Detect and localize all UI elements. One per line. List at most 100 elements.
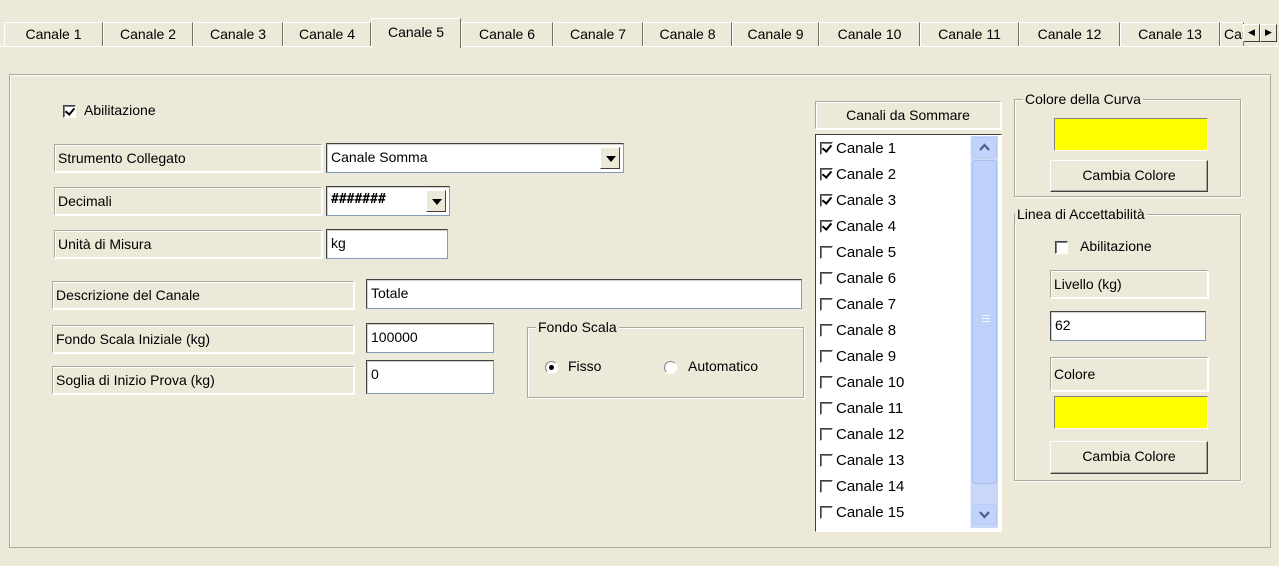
- tab-scroll-left-icon[interactable]: ◀: [1243, 24, 1260, 42]
- tab-canale-6[interactable]: Canale 6: [461, 22, 553, 46]
- linea-accettabilita-title: Linea di Accettabilità: [1015, 205, 1147, 223]
- tab-scroll-right-icon[interactable]: ▶: [1260, 24, 1277, 42]
- list-item-label: Canale 9: [836, 348, 897, 365]
- canale-13-checkbox[interactable]: [820, 454, 833, 467]
- list-item-label: Canale 12: [836, 426, 905, 443]
- livello-input[interactable]: 62: [1050, 311, 1206, 341]
- tab-label: Canale 5: [387, 24, 445, 40]
- automatico-label: Automatico: [688, 358, 759, 374]
- canale-7-checkbox[interactable]: [820, 298, 833, 311]
- scroll-up-icon[interactable]: [972, 137, 997, 158]
- tab-label: Canale 7: [569, 26, 627, 42]
- tab-canale-9[interactable]: Canale 9: [732, 22, 819, 46]
- canale-9-checkbox[interactable]: [820, 350, 833, 363]
- tab-canale-4[interactable]: Canale 4: [283, 22, 371, 46]
- tab-canale-5[interactable]: Canale 5: [371, 18, 461, 48]
- tab-canale-1[interactable]: Canale 1: [4, 22, 103, 46]
- tab-canale-3[interactable]: Canale 3: [193, 22, 283, 46]
- fondo-scala-input[interactable]: 100000: [366, 323, 494, 353]
- tab-canale-7[interactable]: Canale 7: [553, 22, 643, 46]
- tab-label: Canale 8: [659, 26, 716, 42]
- tab-canale-12[interactable]: Canale 12: [1019, 22, 1120, 46]
- livello-value: 62: [1055, 317, 1071, 333]
- canale-5-checkbox[interactable]: [820, 246, 833, 259]
- list-item-label: Canale 11: [836, 400, 904, 417]
- fisso-radio[interactable]: [545, 361, 558, 374]
- automatico-radio[interactable]: [664, 361, 677, 374]
- soglia-value: 0: [371, 366, 379, 382]
- soglia-label: Soglia di Inizio Prova (kg): [52, 366, 354, 394]
- scroll-thumb[interactable]: [972, 160, 997, 484]
- abilitazione-checkbox[interactable]: [63, 105, 76, 118]
- tab-canale-11[interactable]: Canale 11: [920, 22, 1019, 46]
- canali-da-sommare-label: Canali da Sommare: [815, 101, 1001, 129]
- soglia-input[interactable]: 0: [366, 360, 494, 394]
- canale-8-checkbox[interactable]: [820, 324, 833, 337]
- descrizione-input[interactable]: Totale: [366, 279, 802, 309]
- unita-value: kg: [331, 235, 346, 251]
- line-color-swatch: [1054, 396, 1208, 429]
- tab-canale-8[interactable]: Canale 8: [643, 22, 732, 46]
- tab-label: Canale 2: [119, 26, 177, 42]
- list-item-label: Canale 5: [836, 244, 897, 261]
- abilitazione-label: Abilitazione: [84, 102, 156, 118]
- list-item-label: Canale 13: [836, 452, 905, 469]
- tab-label: Canale 10: [837, 26, 902, 42]
- colore-label: Colore: [1050, 357, 1208, 391]
- tab-baseline: [0, 46, 1279, 47]
- tab-canale-13[interactable]: Canale 13: [1120, 22, 1220, 46]
- list-item-label: Canale 8: [836, 322, 897, 339]
- list-item-label: Canale 7: [836, 296, 897, 313]
- decimali-label: Decimali: [54, 187, 322, 215]
- tab-label: Canale 13: [1138, 26, 1202, 42]
- tab-label: Canale 14: [1224, 26, 1243, 42]
- decimali-value: #######: [331, 192, 386, 207]
- tab-label: Canale 6: [478, 26, 536, 42]
- scroll-down-icon[interactable]: [972, 504, 997, 525]
- cambia-colore-curva-button[interactable]: Cambia Colore: [1050, 160, 1208, 192]
- canale-11-checkbox[interactable]: [820, 402, 833, 415]
- fisso-label: Fisso: [568, 358, 602, 374]
- curve-color-swatch: [1054, 118, 1208, 151]
- list-item-label: Canale 1: [836, 140, 897, 157]
- tab-label: Canale 4: [298, 26, 356, 42]
- tab-strip: Canale 1 Canale 2 Canale 3 Canale 4 Cana…: [0, 0, 1279, 48]
- strumento-label: Strumento Collegato: [54, 144, 322, 172]
- canale-10-checkbox[interactable]: [820, 376, 833, 389]
- linea-abilitazione-checkbox[interactable]: [1055, 241, 1068, 254]
- list-scrollbar[interactable]: [970, 136, 998, 528]
- canale-12-checkbox[interactable]: [820, 428, 833, 441]
- canale-1-checkbox[interactable]: [820, 142, 833, 155]
- canale-3-checkbox[interactable]: [820, 194, 833, 207]
- list-item-label: Canale 6: [836, 270, 897, 287]
- canale-2-checkbox[interactable]: [820, 168, 833, 181]
- decimali-select[interactable]: #######: [326, 186, 450, 216]
- tab-canale-10[interactable]: Canale 10: [819, 22, 920, 46]
- canale-15-checkbox[interactable]: [820, 506, 833, 519]
- canale-4-checkbox[interactable]: [820, 220, 833, 233]
- tab-scroll-buttons: ◀ ▶: [1243, 24, 1277, 42]
- fondo-scala-group-title: Fondo Scala: [536, 318, 619, 336]
- tab-canale-2[interactable]: Canale 2: [103, 22, 193, 46]
- chevron-down-icon[interactable]: [600, 147, 620, 169]
- tab-label: Canale 12: [1037, 26, 1102, 42]
- canale-6-checkbox[interactable]: [820, 272, 833, 285]
- list-item-label: Canale 3: [836, 192, 897, 209]
- cambia-colore-linea-button[interactable]: Cambia Colore: [1050, 441, 1208, 474]
- list-item-label: Canale 14: [836, 478, 905, 495]
- strumento-select[interactable]: Canale Somma: [326, 143, 624, 173]
- strumento-value: Canale Somma: [331, 149, 428, 165]
- tab-label: Canale 9: [747, 26, 804, 42]
- chevron-down-icon[interactable]: [426, 190, 446, 212]
- unita-input[interactable]: kg: [326, 229, 448, 259]
- livello-label: Livello (kg): [1050, 270, 1208, 298]
- fondo-scala-label: Fondo Scala Iniziale (kg): [52, 325, 354, 353]
- descrizione-value: Totale: [371, 285, 409, 301]
- unita-label: Unità di Misura: [54, 230, 322, 258]
- descrizione-label: Descrizione del Canale: [52, 281, 354, 309]
- tab-label: Canale 3: [209, 26, 267, 42]
- canale-14-checkbox[interactable]: [820, 480, 833, 493]
- linea-abilitazione-label: Abilitazione: [1080, 238, 1152, 254]
- list-item-label: Canale 4: [836, 218, 897, 235]
- tab-canale-14[interactable]: Canale 14: [1220, 22, 1244, 46]
